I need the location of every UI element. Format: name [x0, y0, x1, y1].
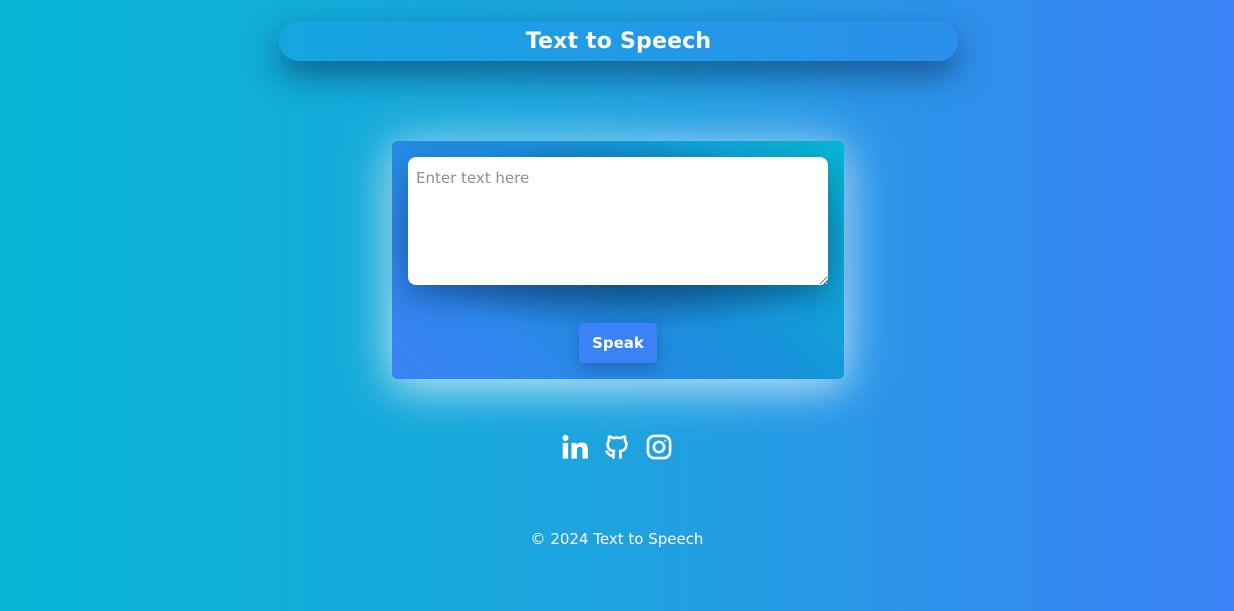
linkedin-link[interactable]	[560, 432, 590, 462]
footer-copyright: © 2024 Text to Speech	[530, 530, 704, 548]
instagram-link[interactable]	[644, 432, 674, 462]
page-header: Text to Speech	[279, 21, 958, 61]
tts-card: Speak	[392, 141, 844, 379]
instagram-icon	[645, 433, 673, 461]
social-links	[560, 432, 674, 462]
text-input[interactable]	[408, 157, 828, 285]
speak-button[interactable]: Speak	[579, 323, 657, 363]
page-footer: © 2024 Text to Speech	[0, 530, 1234, 548]
linkedin-icon	[561, 433, 589, 461]
github-link[interactable]	[602, 432, 632, 462]
github-icon	[603, 433, 631, 461]
page-title: Text to Speech	[525, 28, 712, 54]
